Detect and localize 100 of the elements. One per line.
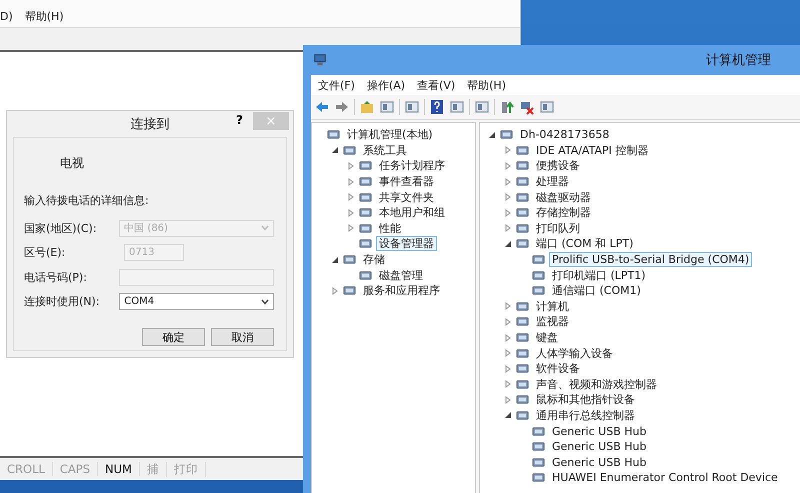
dropdown-field[interactable]: COM4 <box>119 293 274 310</box>
menu-item[interactable]: 查看(V) <box>417 78 456 92</box>
collapsed-arrow-icon[interactable] <box>504 208 512 217</box>
device-icon <box>532 253 545 266</box>
expanded-arrow-icon[interactable] <box>488 130 496 139</box>
tree-item[interactable]: 打印队列 <box>533 220 583 236</box>
tree-item[interactable]: 声音、视频和游戏控制器 <box>533 376 660 392</box>
back-arrow-icon[interactable] <box>314 99 330 115</box>
pane-icon[interactable] <box>449 99 465 115</box>
tree-item[interactable]: Generic USB Hub <box>549 439 650 454</box>
expanded-arrow-icon[interactable] <box>331 256 339 264</box>
tree-item[interactable]: 性能 <box>376 220 404 236</box>
forward-arrow-icon[interactable] <box>334 99 350 115</box>
computer-icon <box>313 53 327 67</box>
dialog-button[interactable]: 确定 <box>142 328 205 346</box>
tree-item[interactable]: Generic USB Hub <box>549 454 650 470</box>
tree-item[interactable]: 通用串行总线控制器 <box>533 408 638 423</box>
tree-item[interactable]: HUAWEI Enumerator Control Root Device <box>549 470 781 486</box>
tree-item[interactable]: 人体学输入设备 <box>533 346 616 361</box>
tree-item[interactable]: 监视器 <box>533 314 572 330</box>
collapsed-arrow-icon[interactable] <box>504 396 512 404</box>
collapsed-arrow-icon[interactable] <box>504 146 512 154</box>
tree-item[interactable]: 计算机 <box>533 298 572 314</box>
tree-item[interactable]: 设备管理器 <box>376 236 437 252</box>
collapsed-arrow-icon[interactable] <box>504 349 512 358</box>
collapsed-arrow-icon[interactable] <box>504 193 512 202</box>
tree-item[interactable]: 服务和应用程序 <box>360 283 443 298</box>
menu-item[interactable]: 帮助(H) <box>467 78 506 92</box>
tree-item[interactable]: 任务计划程序 <box>376 158 448 174</box>
device-icon <box>359 190 372 204</box>
collapsed-arrow-icon[interactable] <box>504 224 512 232</box>
device-icon <box>516 175 529 188</box>
device-icon <box>359 206 372 220</box>
instruction-text: 输入待拨电话的详细信息: <box>24 193 150 208</box>
field-label: 电话号码(P): <box>24 270 88 285</box>
collapsed-arrow-icon[interactable] <box>504 334 512 342</box>
update-icon[interactable] <box>499 99 515 115</box>
tree-item[interactable]: Dh-0428173658 <box>517 127 612 142</box>
collapsed-arrow-icon[interactable] <box>504 380 512 388</box>
expanded-arrow-icon[interactable] <box>504 240 512 248</box>
tree-item[interactable]: 端口 (COM 和 LPT) <box>533 236 636 252</box>
device-icon <box>516 237 529 250</box>
tree-item[interactable]: Prolific USB-to-Serial Bridge (COM4) <box>549 252 752 268</box>
tree-item[interactable]: 通信端口 (COM1) <box>549 283 644 298</box>
collapsed-arrow-icon[interactable] <box>347 224 355 232</box>
device-icon <box>532 268 545 282</box>
field-label: 国家(地区)(C): <box>24 220 98 236</box>
tree-item[interactable]: 磁盘驱动器 <box>533 190 594 205</box>
tree-item[interactable]: IDE ATA/ATAPI 控制器 <box>533 142 652 158</box>
pane-icon[interactable] <box>379 99 395 115</box>
tree-item[interactable]: 打印机端口 (LPT1) <box>549 268 649 283</box>
tree-item[interactable]: 系统工具 <box>360 142 410 158</box>
collapsed-arrow-icon[interactable] <box>347 193 355 202</box>
collapsed-arrow-icon[interactable] <box>347 178 355 186</box>
tree-item[interactable]: 存储 <box>360 252 388 268</box>
collapsed-arrow-icon[interactable] <box>504 364 512 373</box>
tree-item[interactable]: 本地用户和组 <box>376 205 448 220</box>
status-indicator: 捕 <box>140 462 167 476</box>
tree-item[interactable]: 事件查看器 <box>376 174 437 190</box>
device-icon <box>343 253 356 266</box>
menu-item[interactable]: 帮助(H) <box>24 9 64 24</box>
menu-item[interactable]: D) <box>0 10 13 23</box>
folder-up-icon[interactable] <box>359 99 375 115</box>
help-icon[interactable] <box>429 99 445 115</box>
tree-item[interactable]: 磁盘管理 <box>376 268 426 283</box>
tree-item[interactable]: 鼠标和其他指针设备 <box>533 392 638 408</box>
expanded-arrow-icon[interactable] <box>331 146 339 154</box>
collapsed-arrow-icon[interactable] <box>331 286 339 295</box>
collapsed-arrow-icon[interactable] <box>504 162 512 170</box>
chevron-down-icon <box>261 225 269 232</box>
disable-icon[interactable] <box>519 99 535 115</box>
device-icon <box>532 456 545 469</box>
help-button[interactable]: ? <box>234 113 245 127</box>
status-indicator: CROLL <box>0 462 53 476</box>
device-icon <box>516 190 529 204</box>
collapsed-arrow-icon[interactable] <box>504 302 512 310</box>
device-icon <box>343 144 356 157</box>
tree-item[interactable]: Generic USB Hub <box>549 424 650 439</box>
expanded-arrow-icon[interactable] <box>504 411 512 420</box>
device-icon <box>516 331 529 344</box>
device-icon <box>516 206 529 220</box>
menu-item[interactable]: 操作(A) <box>366 78 406 92</box>
tree-item[interactable]: 便携设备 <box>533 158 583 174</box>
collapsed-arrow-icon[interactable] <box>347 208 355 217</box>
tree-item[interactable]: 共享文件夹 <box>376 190 437 205</box>
field-label: 区号(E): <box>24 245 66 260</box>
collapsed-arrow-icon[interactable] <box>504 178 512 186</box>
collapsed-arrow-icon[interactable] <box>504 318 512 326</box>
tree-item[interactable]: 存储控制器 <box>533 205 594 220</box>
collapsed-arrow-icon[interactable] <box>347 162 355 170</box>
tree-item[interactable]: 键盘 <box>533 330 561 346</box>
device-icon <box>359 237 372 250</box>
device-icon <box>516 222 529 235</box>
dialog-button[interactable]: 取消 <box>211 328 274 346</box>
device-icon <box>500 128 513 142</box>
menu-item[interactable]: 文件(F) <box>318 78 355 92</box>
tree-item[interactable]: 计算机管理(本地) <box>344 127 436 142</box>
field-label: 连接时使用(N): <box>24 294 101 310</box>
tree-item[interactable]: 处理器 <box>533 174 572 190</box>
tree-item[interactable]: 软件设备 <box>533 361 583 376</box>
